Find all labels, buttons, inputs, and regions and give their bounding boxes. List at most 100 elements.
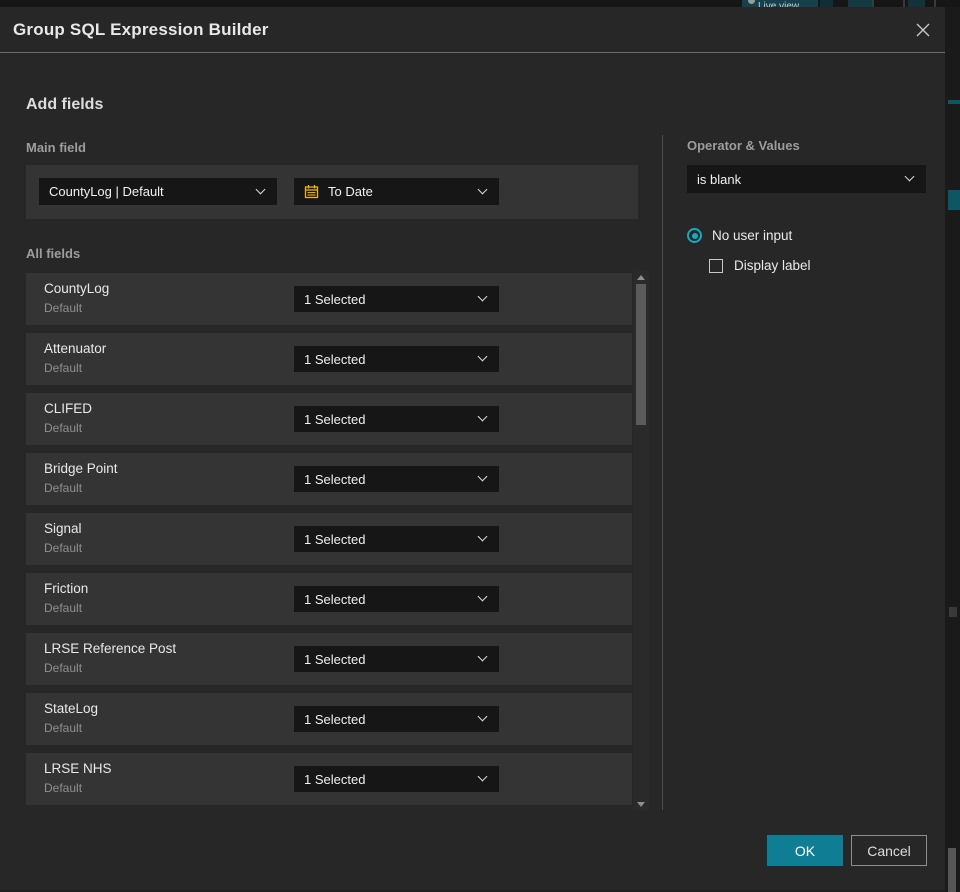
radio-button-icon <box>687 228 702 243</box>
main-field-dropdown[interactable]: CountyLog | Default <box>39 178 277 205</box>
field-name: LRSE Reference Post <box>44 641 177 656</box>
field-selected-dropdown[interactable]: 1 Selected <box>294 526 499 552</box>
field-selected-dropdown[interactable]: 1 Selected <box>294 466 499 492</box>
display-label-label: Display label <box>734 258 811 273</box>
chevron-down-icon <box>477 531 488 542</box>
background-fragment <box>948 848 956 892</box>
field-selected-dropdown[interactable]: 1 Selected <box>294 286 499 312</box>
dialog-header: Group SQL Expression Builder <box>0 7 945 53</box>
row-select-value: 1 Selected <box>304 291 366 307</box>
live-view-dot <box>748 0 755 4</box>
background-toolbar-fragment <box>872 0 874 7</box>
field-name: CLIFED <box>44 401 93 416</box>
chevron-down-icon <box>477 651 488 662</box>
column-divider <box>662 135 663 810</box>
field-row: CountyLog Default 1 Selected <box>26 273 632 325</box>
background-toolbar-fragment <box>908 0 925 7</box>
chevron-down-icon <box>904 171 915 182</box>
row-select-value: 1 Selected <box>304 531 366 547</box>
chevron-down-icon <box>477 411 488 422</box>
field-sub: Default <box>44 301 83 315</box>
background-toolbar-fragment <box>820 0 833 7</box>
scrollbar-up-arrow-icon[interactable] <box>637 275 645 280</box>
main-field-panel: CountyLog | Default To Date <box>26 165 638 219</box>
field-sub: Default <box>44 721 83 735</box>
row-select-value: 1 Selected <box>304 471 366 487</box>
field-sub: Default <box>44 601 83 615</box>
field-selected-dropdown[interactable]: 1 Selected <box>294 346 499 372</box>
live-view-button-fragment: Live view <box>742 0 818 7</box>
all-fields-list: CountyLog Default 1 Selected Attenuator … <box>26 273 632 813</box>
fields-scrollbar[interactable] <box>633 271 649 811</box>
dialog-title: Group SQL Expression Builder <box>13 20 269 39</box>
field-row: Friction Default 1 Selected <box>26 573 632 625</box>
chevron-down-icon <box>477 591 488 602</box>
row-select-value: 1 Selected <box>304 591 366 607</box>
background-fragment <box>948 100 960 104</box>
background-fragment <box>949 607 957 617</box>
checkbox-icon <box>709 258 723 273</box>
calendar-icon <box>304 185 319 199</box>
field-selected-dropdown[interactable]: 1 Selected <box>294 646 499 672</box>
date-field-dropdown[interactable]: To Date <box>294 178 499 205</box>
group-sql-expression-builder-dialog: Group SQL Expression Builder Add fields … <box>0 7 945 892</box>
chevron-down-icon <box>477 711 488 722</box>
cancel-button[interactable]: Cancel <box>851 835 927 866</box>
background-toolbar-fragment <box>848 0 872 7</box>
field-selected-dropdown[interactable]: 1 Selected <box>294 586 499 612</box>
field-name: LRSE NHS <box>44 761 112 776</box>
operator-dropdown[interactable]: is blank <box>687 165 926 193</box>
all-fields-label: All fields <box>26 246 81 261</box>
screen: Live view Group SQL Expression Builder A… <box>0 0 960 892</box>
scrollbar-down-arrow-icon[interactable] <box>637 802 645 807</box>
no-user-input-label: No user input <box>712 228 793 243</box>
field-row: Attenuator Default 1 Selected <box>26 333 632 385</box>
field-selected-dropdown[interactable]: 1 Selected <box>294 406 499 432</box>
field-row: StateLog Default 1 Selected <box>26 693 632 745</box>
ok-button[interactable]: OK <box>767 835 843 866</box>
main-field-dropdown-value: CountyLog | Default <box>49 184 164 199</box>
background-toolbar-fragment <box>934 0 936 7</box>
field-sub: Default <box>44 481 83 495</box>
field-row: Signal Default 1 Selected <box>26 513 632 565</box>
field-name: StateLog <box>44 701 99 716</box>
scrollbar-thumb[interactable] <box>636 284 646 425</box>
chevron-down-icon <box>477 184 488 194</box>
main-field-label: Main field <box>26 140 86 155</box>
chevron-down-icon <box>255 184 266 194</box>
field-sub: Default <box>44 421 83 435</box>
row-select-value: 1 Selected <box>304 771 366 787</box>
field-row: LRSE Reference Post Default 1 Selected <box>26 633 632 685</box>
operator-dropdown-value: is blank <box>697 171 742 187</box>
field-name: Signal <box>44 521 82 536</box>
chevron-down-icon <box>477 351 488 362</box>
field-name: Bridge Point <box>44 461 118 476</box>
background-right-edge <box>945 7 960 892</box>
field-sub: Default <box>44 781 83 795</box>
add-fields-heading: Add fields <box>26 96 104 113</box>
row-select-value: 1 Selected <box>304 711 366 727</box>
field-selected-dropdown[interactable]: 1 Selected <box>294 766 499 792</box>
field-name: CountyLog <box>44 281 110 296</box>
row-select-value: 1 Selected <box>304 411 366 427</box>
radio-dot <box>691 232 698 239</box>
field-row: LRSE NHS Default 1 Selected <box>26 753 632 805</box>
field-sub: Default <box>44 541 83 555</box>
background-fragment <box>948 190 960 210</box>
close-icon[interactable] <box>912 19 934 41</box>
date-field-dropdown-value: To Date <box>328 184 373 199</box>
chevron-down-icon <box>477 771 488 782</box>
field-sub: Default <box>44 361 83 375</box>
background-toolbar-fragment <box>903 0 905 7</box>
no-user-input-radio[interactable]: No user input <box>687 228 792 243</box>
field-name: Attenuator <box>44 341 107 356</box>
field-sub: Default <box>44 661 83 675</box>
field-row: Bridge Point Default 1 Selected <box>26 453 632 505</box>
chevron-down-icon <box>477 291 488 302</box>
operator-values-heading: Operator & Values <box>687 138 800 153</box>
display-label-checkbox[interactable]: Display label <box>709 258 811 273</box>
row-select-value: 1 Selected <box>304 351 366 367</box>
field-row: CLIFED Default 1 Selected <box>26 393 632 445</box>
field-selected-dropdown[interactable]: 1 Selected <box>294 706 499 732</box>
chevron-down-icon <box>477 471 488 482</box>
